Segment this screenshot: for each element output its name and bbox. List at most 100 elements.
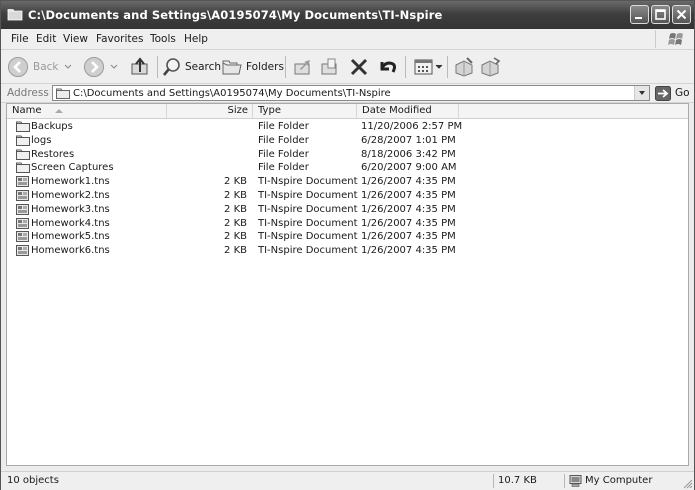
title-bar[interactable]: C:\Documents and Settings\A0195074\My Do…	[1, 1, 694, 29]
address-input[interactable]: C:\Documents and Settings\A0195074\My Do…	[52, 85, 650, 101]
status-separator	[564, 474, 565, 488]
computer-icon	[569, 475, 582, 487]
file-type: TI-Nspire Document	[258, 217, 358, 229]
file-row[interactable]: logs File Folder 6/28/2007 1:01 PM	[7, 134, 688, 147]
file-row[interactable]: Homework3.tns 2 KB TI-Nspire Document 1/26/…	[7, 203, 688, 216]
maximize-button[interactable]	[651, 5, 670, 24]
toolbar-separator	[405, 56, 406, 78]
menu-tools[interactable]: Tools	[150, 33, 176, 45]
file-row[interactable]: Homework2.tns 2 KB TI-Nspire Document 1/26/…	[7, 189, 688, 202]
column-date-label: Date Modified	[362, 105, 432, 116]
file-type: TI-Nspire Document	[258, 190, 358, 201]
file-date-modified: 6/20/2007 9:00 AM	[361, 162, 457, 174]
search-button[interactable]: Search	[161, 54, 221, 80]
status-location: My Computer	[585, 475, 653, 486]
file-name: Homework1.tns	[31, 176, 110, 188]
maximize-icon	[655, 9, 666, 20]
file-date-modified: 1/26/2007 4:35 PM	[361, 190, 456, 201]
properties-button[interactable]	[453, 54, 475, 80]
file-row[interactable]: Backups File Folder 11/20/2006 2:57 PM	[7, 120, 688, 133]
forward-icon	[84, 57, 104, 77]
file-type: TI-Nspire Document	[258, 203, 358, 215]
tns-document-icon	[16, 245, 29, 257]
file-type: File Folder	[258, 121, 309, 132]
file-date-modified: 1/26/2007 4:35 PM	[361, 217, 456, 229]
tns-document-icon	[16, 190, 29, 201]
menu-edit[interactable]: Edit	[36, 33, 56, 45]
properties-icon	[455, 57, 473, 77]
go-arrow-icon	[655, 85, 671, 101]
file-size: 2 KB	[224, 203, 247, 215]
file-name: Homework4.tns	[31, 217, 110, 229]
file-row[interactable]: Homework6.tns 2 KB TI-Nspire Document 1/26/…	[7, 244, 688, 257]
menu-favorites[interactable]: Favorites	[96, 33, 143, 45]
column-header-size[interactable]: Size	[167, 104, 253, 118]
window-title: C:\Documents and Settings\A0195074\My Do…	[28, 8, 443, 22]
toolbar-separator	[285, 56, 286, 78]
tns-document-icon	[16, 203, 29, 215]
column-name-label: Name	[12, 105, 42, 116]
file-list[interactable]: Name Size Type Date Modified Backups File…	[6, 103, 689, 466]
folder-icon	[16, 135, 30, 146]
views-button[interactable]	[413, 54, 443, 80]
folders-button[interactable]: Folders	[221, 54, 284, 80]
file-date-modified: 8/18/2006 3:42 PM	[361, 148, 456, 160]
menu-view[interactable]: View	[63, 33, 88, 45]
file-type: File Folder	[258, 134, 309, 146]
file-date-modified: 6/28/2007 1:01 PM	[361, 134, 456, 146]
folders-icon	[222, 60, 242, 75]
resize-grip-icon[interactable]	[681, 477, 693, 489]
tns-document-icon	[16, 231, 29, 243]
minimize-button[interactable]	[630, 5, 649, 24]
folder-icon	[16, 149, 30, 160]
toolbar: Back Search Folders	[1, 50, 694, 84]
chevron-down-icon	[64, 64, 71, 69]
address-dropdown-button[interactable]	[634, 86, 649, 100]
folder-icon	[16, 121, 30, 132]
search-icon	[162, 58, 180, 76]
file-name: Homework2.tns	[31, 190, 110, 201]
move-to-button[interactable]	[292, 54, 314, 80]
file-name: Homework6.tns	[31, 245, 110, 257]
file-name: Restores	[31, 148, 75, 160]
move-to-icon	[294, 60, 310, 75]
menu-file[interactable]: File	[11, 33, 29, 45]
file-name: Homework3.tns	[31, 203, 110, 215]
tns-document-icon	[16, 176, 29, 188]
column-header-name[interactable]: Name	[7, 104, 167, 118]
file-row[interactable]: Homework4.tns 2 KB TI-Nspire Document 1/26/…	[7, 217, 688, 230]
file-date-modified: 11/20/2006 2:57 PM	[361, 121, 463, 132]
chevron-down-icon	[110, 64, 118, 69]
back-icon	[8, 57, 28, 77]
folder-icon	[16, 162, 30, 174]
column-header-date[interactable]: Date Modified	[357, 104, 459, 118]
delete-button[interactable]	[348, 54, 370, 80]
minimize-icon	[635, 17, 642, 19]
file-row[interactable]: Restores File Folder 8/18/2006 3:42 PM	[7, 148, 688, 161]
folder-options-button[interactable]	[479, 54, 501, 80]
copy-to-button[interactable]	[319, 54, 341, 80]
menu-help[interactable]: Help	[184, 33, 208, 45]
forward-button[interactable]	[83, 54, 119, 80]
address-value: C:\Documents and Settings\A0195074\My Do…	[73, 88, 391, 99]
copy-to-icon	[321, 58, 337, 75]
go-button[interactable]: Go	[655, 85, 690, 101]
sort-ascending-icon	[55, 109, 63, 113]
status-object-count: 10 objects	[7, 475, 59, 486]
file-size: 2 KB	[224, 176, 247, 188]
status-bar: 10 objects 10.7 KB My Computer	[1, 471, 694, 490]
file-name: Screen Captures	[31, 162, 114, 174]
back-button[interactable]: Back	[7, 54, 73, 80]
column-header-type[interactable]: Type	[253, 104, 357, 118]
file-date-modified: 1/26/2007 4:35 PM	[361, 203, 456, 215]
chevron-down-icon	[435, 64, 443, 69]
file-date-modified: 1/26/2007 4:35 PM	[361, 231, 456, 243]
file-row[interactable]: Screen Captures File Folder 6/20/2007 9:00…	[7, 161, 688, 174]
file-row[interactable]: Homework5.tns 2 KB TI-Nspire Document 1/26/…	[7, 230, 688, 243]
undo-button[interactable]	[376, 54, 398, 80]
close-button[interactable]	[672, 5, 691, 24]
back-label: Back	[33, 61, 59, 73]
up-folder-button[interactable]	[129, 54, 151, 80]
file-row[interactable]: Homework1.tns 2 KB TI-Nspire Document 1/26/…	[7, 175, 688, 188]
column-type-label: Type	[258, 105, 281, 116]
